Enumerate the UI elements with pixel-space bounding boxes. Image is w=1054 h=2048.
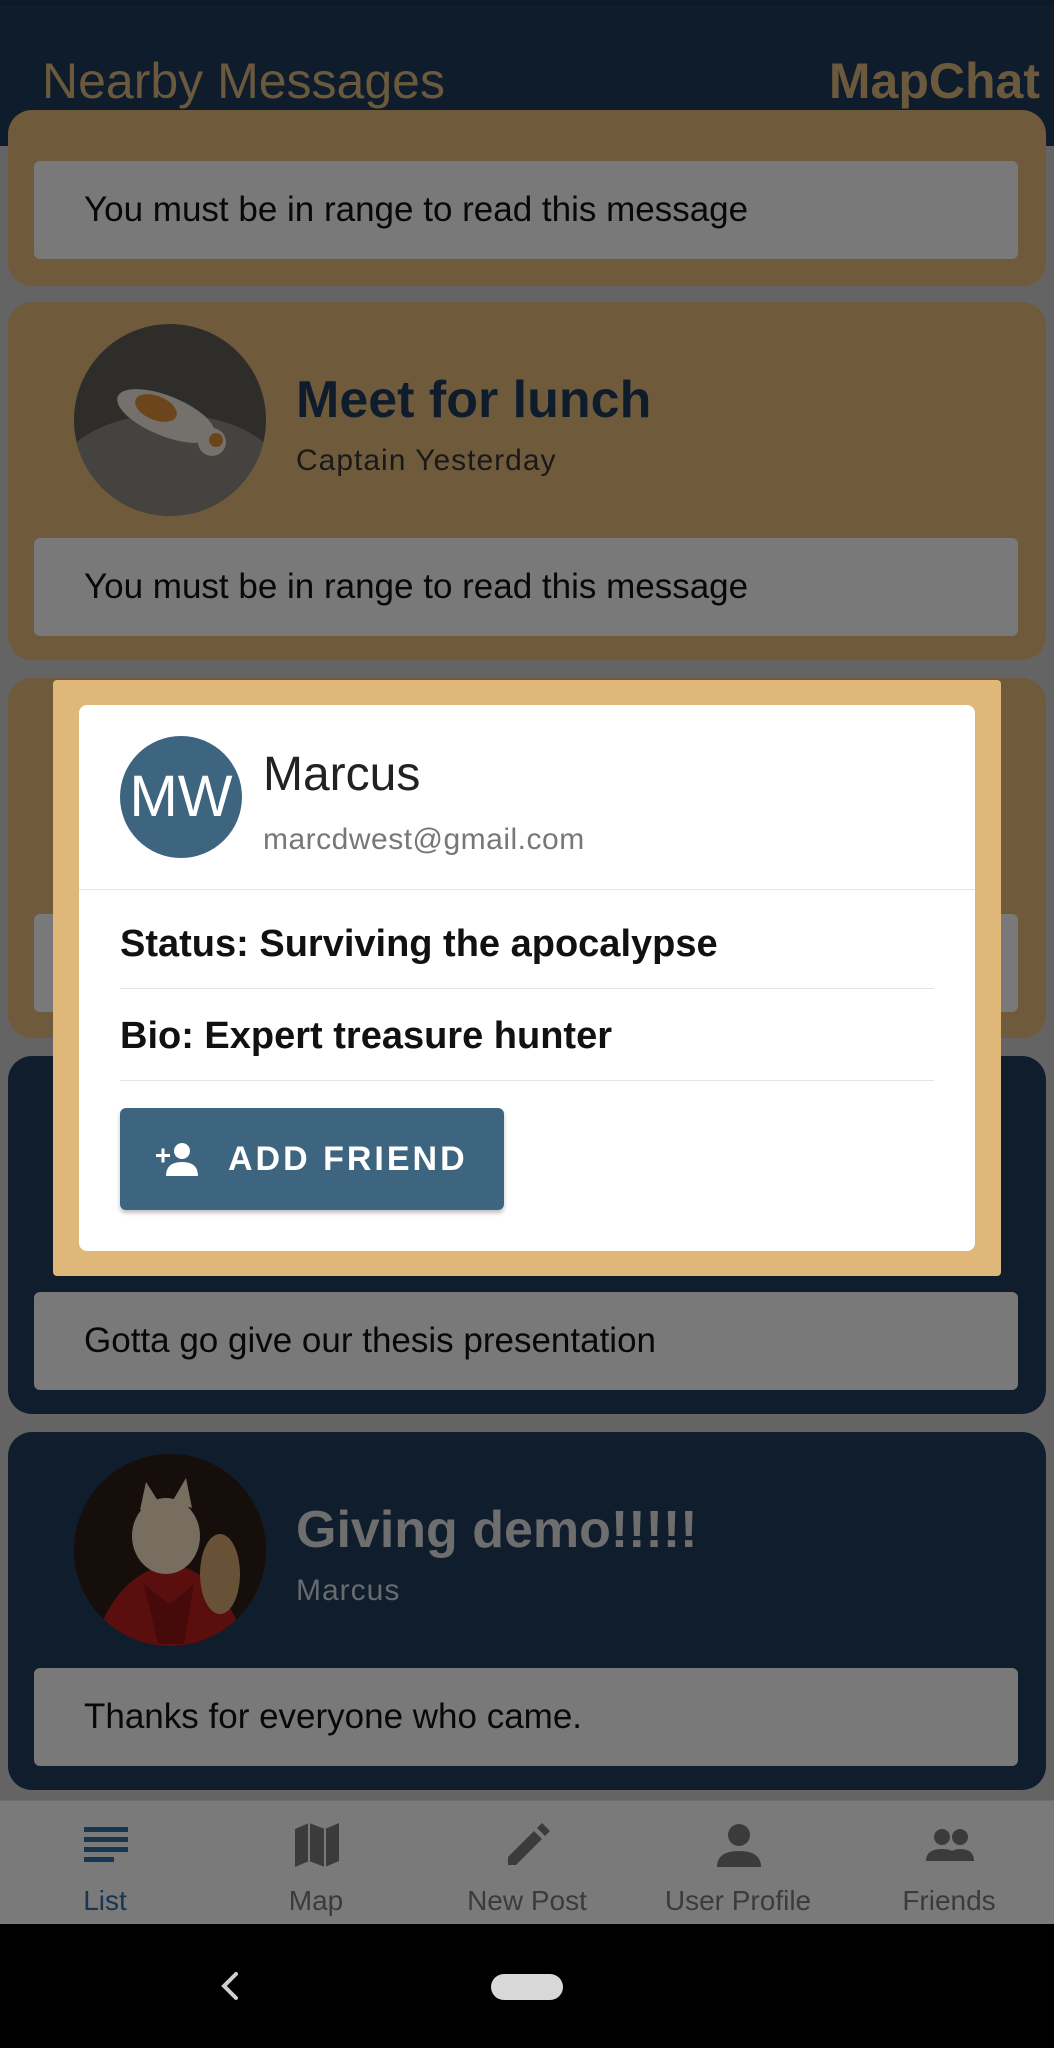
profile-dialog-frame: MW Marcus marcdwest@gmail.com Status: Su… xyxy=(53,680,1001,1276)
app-screen: Nearby Messages MapChat You must be in r… xyxy=(0,0,1054,1924)
user-avatar: MW xyxy=(120,736,242,858)
user-bio: Bio: Expert treasure hunter xyxy=(120,1015,612,1057)
divider xyxy=(120,988,934,989)
person-add-icon xyxy=(156,1143,198,1176)
user-name: Marcus xyxy=(263,748,421,801)
user-email: marcdwest@gmail.com xyxy=(263,823,585,856)
divider xyxy=(79,889,975,890)
divider xyxy=(120,1080,934,1081)
back-icon[interactable] xyxy=(210,1966,250,2006)
system-navigation-bar xyxy=(0,1924,1054,2048)
add-friend-button[interactable]: ADD FRIEND xyxy=(120,1108,504,1210)
user-status: Status: Surviving the apocalypse xyxy=(120,923,718,965)
profile-dialog: MW Marcus marcdwest@gmail.com Status: Su… xyxy=(79,705,975,1251)
add-friend-label: ADD FRIEND xyxy=(228,1140,468,1178)
home-pill[interactable] xyxy=(491,1974,563,2000)
